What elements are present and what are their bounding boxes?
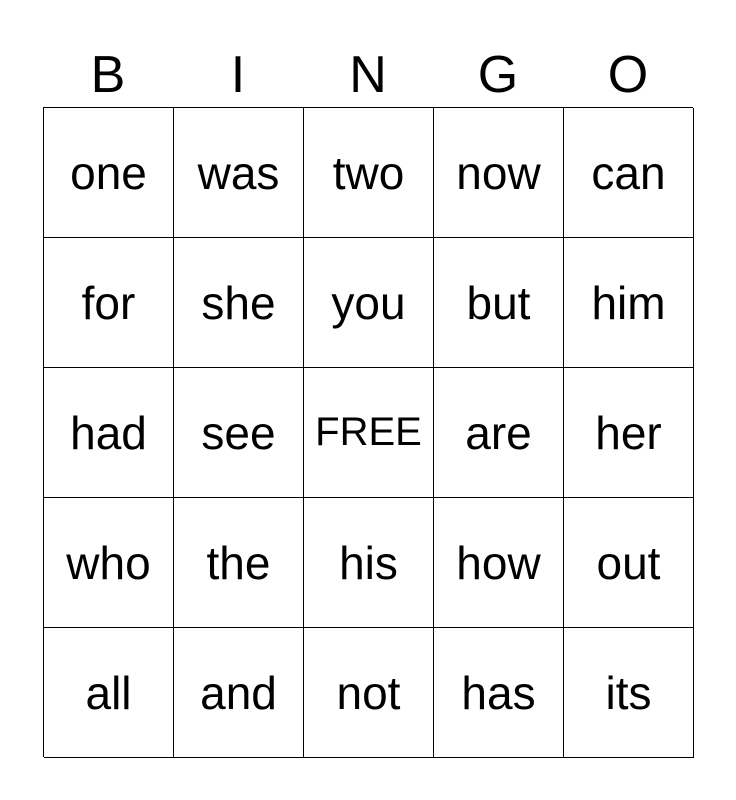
bingo-cell: how bbox=[434, 498, 564, 628]
bingo-cell: out bbox=[564, 498, 694, 628]
bingo-cell: the bbox=[174, 498, 304, 628]
bingo-cell: are bbox=[434, 368, 564, 498]
bingo-cell: him bbox=[564, 238, 694, 368]
bingo-cell: but bbox=[434, 238, 564, 368]
bingo-cell: her bbox=[564, 368, 694, 498]
bingo-cell: for bbox=[44, 238, 174, 368]
bingo-cell: she bbox=[174, 238, 304, 368]
bingo-header: B I N G O bbox=[43, 44, 693, 106]
bingo-cell: and bbox=[174, 628, 304, 758]
bingo-cell: all bbox=[44, 628, 174, 758]
bingo-cell: see bbox=[174, 368, 304, 498]
header-letter: I bbox=[230, 46, 246, 104]
free-space-cell: FREE bbox=[304, 368, 434, 498]
bingo-cell: not bbox=[304, 628, 434, 758]
bingo-cell: has bbox=[434, 628, 564, 758]
header-letter: G bbox=[477, 46, 519, 104]
header-letter: O bbox=[607, 46, 649, 104]
header-letter: N bbox=[349, 46, 387, 104]
bingo-cell: two bbox=[304, 108, 434, 238]
bingo-cell: who bbox=[44, 498, 174, 628]
bingo-cell: can bbox=[564, 108, 694, 238]
bingo-cell: one bbox=[44, 108, 174, 238]
bingo-cell: its bbox=[564, 628, 694, 758]
bingo-cell: now bbox=[434, 108, 564, 238]
bingo-cell: had bbox=[44, 368, 174, 498]
bingo-cell: his bbox=[304, 498, 434, 628]
header-letter: B bbox=[90, 46, 126, 104]
bingo-cell: you bbox=[304, 238, 434, 368]
bingo-grid: one was two now can for she you but him had see FREE… bbox=[43, 107, 694, 758]
bingo-cell: was bbox=[174, 108, 304, 238]
